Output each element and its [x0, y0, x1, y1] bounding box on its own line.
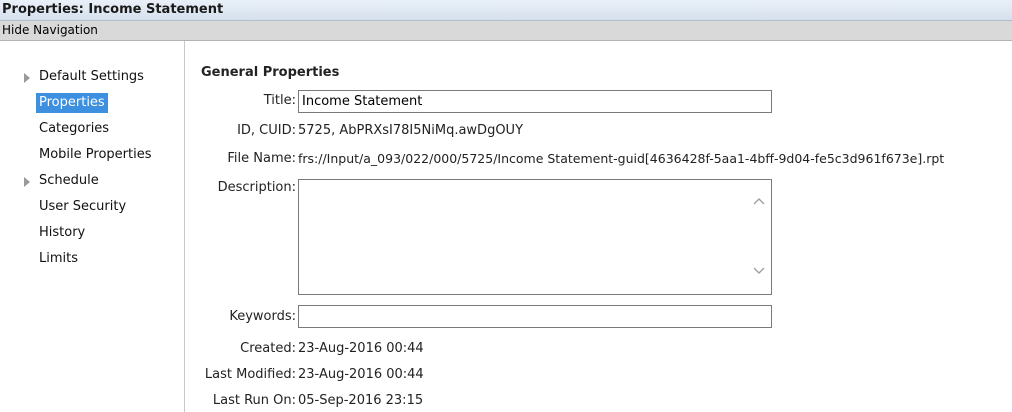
window-title: Properties: Income Statement: [2, 2, 224, 17]
expand-default-settings-icon[interactable]: [24, 73, 30, 83]
chevron-down-icon[interactable]: [753, 264, 765, 276]
title-label: Title:: [263, 93, 296, 108]
sidebar-item-default-settings[interactable]: Default Settings: [36, 67, 147, 87]
description-label: Description:: [217, 180, 296, 195]
keywords-input[interactable]: [298, 305, 772, 328]
sidebar-item-categories[interactable]: Categories: [36, 119, 112, 139]
title-input[interactable]: [298, 90, 772, 113]
last-run-value: 05-Sep-2016 23:15: [298, 393, 424, 408]
sidebar-item-schedule[interactable]: Schedule: [36, 171, 102, 191]
sidebar-item-history[interactable]: History: [36, 223, 88, 243]
properties-panel: General Properties Title: ID, CUID: 5725…: [186, 41, 1012, 412]
expand-schedule-icon[interactable]: [24, 177, 30, 187]
description-textarea[interactable]: [298, 179, 772, 295]
id-cuid-label: ID, CUID:: [237, 123, 296, 138]
last-modified-value: 23-Aug-2016 00:44: [298, 367, 424, 382]
navigation-bar: Hide Navigation: [0, 21, 1012, 41]
section-title: General Properties: [201, 65, 340, 80]
sidebar-item-limits[interactable]: Limits: [36, 249, 81, 269]
file-name-value: frs://Input/a_093/022/000/5725/Income St…: [298, 151, 945, 166]
id-cuid-value: 5725, AbPRXsI78I5NiMq.awDgOUY: [298, 123, 524, 138]
created-value: 23-Aug-2016 00:44: [298, 341, 424, 356]
last-modified-label: Last Modified:: [204, 367, 296, 382]
file-name-label: File Name:: [227, 151, 296, 166]
keywords-label: Keywords:: [229, 309, 296, 324]
sidebar-item-user-security[interactable]: User Security: [36, 197, 129, 217]
window-title-bar: Properties: Income Statement: [0, 0, 1012, 21]
sidebar: Default Settings Properties Categories M…: [0, 41, 185, 412]
sidebar-item-properties[interactable]: Properties: [36, 93, 108, 113]
sidebar-item-mobile-properties[interactable]: Mobile Properties: [36, 145, 154, 165]
chevron-up-icon[interactable]: [753, 196, 765, 208]
created-label: Created:: [240, 341, 296, 356]
hide-navigation-link[interactable]: Hide Navigation: [2, 23, 98, 37]
last-run-label: Last Run On:: [212, 393, 296, 408]
